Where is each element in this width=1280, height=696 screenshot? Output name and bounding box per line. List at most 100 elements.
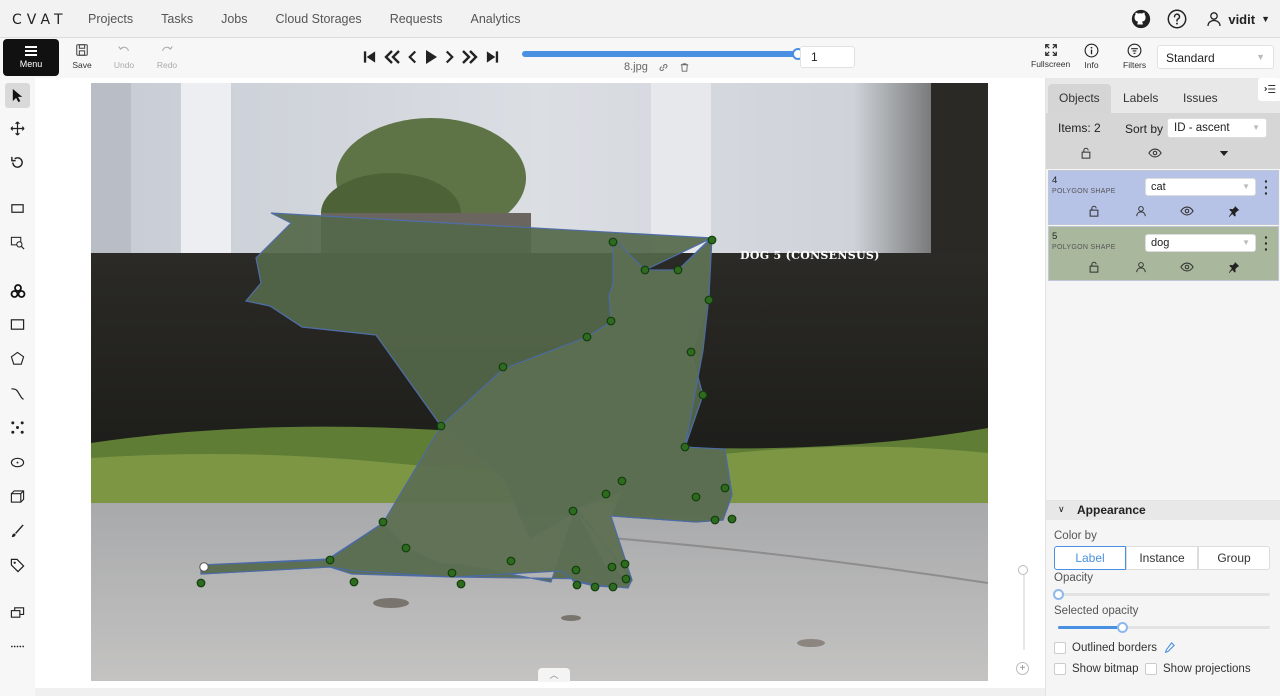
outlined-borders-checkbox[interactable]: Outlined borders: [1054, 642, 1175, 654]
nav-jobs[interactable]: Jobs: [221, 12, 247, 26]
appearance-header[interactable]: ∨ Appearance: [1046, 501, 1280, 520]
object-more-icon[interactable]: · · ·: [1264, 174, 1269, 200]
show-projections-checkbox[interactable]: Show projections: [1145, 663, 1251, 675]
expand-all-icon[interactable]: [1219, 150, 1229, 157]
object-more-icon[interactable]: · · ·: [1264, 230, 1269, 256]
sidebar-collapse-button[interactable]: [1258, 78, 1280, 101]
nav-cloud-storages[interactable]: Cloud Storages: [276, 12, 362, 26]
pin-icon[interactable]: [1228, 261, 1240, 273]
delete-frame-icon[interactable]: [679, 62, 690, 73]
color-by-group-option[interactable]: Group: [1198, 546, 1270, 570]
color-picker-icon[interactable]: [1163, 642, 1175, 654]
opacity-slider[interactable]: [1053, 589, 1270, 600]
checkbox-box[interactable]: [1054, 642, 1066, 654]
chevron-down-icon: ▼: [1242, 238, 1250, 247]
color-by-label-option[interactable]: Label: [1054, 546, 1126, 570]
nav-tasks[interactable]: Tasks: [161, 12, 193, 26]
cvat-logo[interactable]: CVAT: [12, 12, 68, 28]
polyline-tool[interactable]: [5, 381, 30, 406]
show-bitmap-checkbox[interactable]: Show bitmap: [1054, 663, 1138, 675]
object-label-select[interactable]: dog ▼: [1145, 234, 1256, 252]
zoom-in-icon[interactable]: +: [1016, 662, 1029, 675]
group-tool[interactable]: [5, 600, 30, 625]
filters-button[interactable]: Filters: [1123, 43, 1146, 70]
cuboid-tool[interactable]: [5, 484, 30, 509]
lock-icon[interactable]: [1088, 261, 1100, 273]
first-frame-icon[interactable]: [362, 49, 377, 65]
info-label: Info: [1084, 60, 1099, 70]
filename-text: 8.jpg: [624, 61, 648, 73]
objects-sidebar: Objects Labels Issues Items: 2 Sort by I…: [1045, 78, 1280, 696]
fullscreen-button[interactable]: Fullscreen: [1031, 43, 1070, 69]
lock-all-icon[interactable]: [1080, 147, 1092, 159]
lock-icon[interactable]: [1088, 205, 1100, 217]
object-item-dog[interactable]: 5 POLYGON SHAPE dog ▼ · · ·: [1048, 226, 1279, 281]
polygon-tool[interactable]: [5, 346, 30, 371]
frame-slider[interactable]: [522, 48, 804, 60]
color-by-instance-option[interactable]: Instance: [1126, 546, 1198, 570]
move-tool[interactable]: [5, 116, 30, 141]
info-button[interactable]: Info: [1084, 43, 1099, 70]
zoom-region-tool[interactable]: [5, 230, 30, 255]
ellipse-tool[interactable]: [5, 450, 30, 475]
collapse-bottom-button[interactable]: ︿: [538, 668, 570, 682]
points-tool[interactable]: [5, 415, 30, 440]
last-frame-icon[interactable]: [485, 49, 500, 65]
rectangle-tool[interactable]: [5, 312, 30, 337]
save-label: Save: [72, 60, 92, 70]
selected-vertex[interactable]: [199, 562, 209, 572]
polyline-icon: [11, 388, 24, 400]
link-icon[interactable]: [658, 62, 669, 73]
nav-requests[interactable]: Requests: [390, 12, 443, 26]
frame-number-input[interactable]: 1: [800, 46, 855, 68]
tab-objects[interactable]: Objects: [1048, 84, 1111, 113]
user-icon[interactable]: [1135, 205, 1147, 217]
eye-icon[interactable]: [1180, 261, 1194, 273]
nav-analytics[interactable]: Analytics: [471, 12, 521, 26]
eye-all-icon[interactable]: [1148, 147, 1162, 159]
tag-icon: [10, 558, 25, 573]
fast-forward-icon[interactable]: [461, 49, 479, 65]
rotate-tool[interactable]: [5, 150, 30, 175]
object-id: 5: [1052, 231, 1058, 242]
tab-issues[interactable]: Issues: [1172, 84, 1229, 113]
sort-by-select[interactable]: ID - ascent ▼: [1167, 118, 1267, 138]
workspace-select[interactable]: Standard ▼: [1157, 45, 1274, 69]
zoom-slider[interactable]: [1023, 570, 1025, 650]
chevron-down-icon: ▼: [1252, 123, 1260, 132]
save-icon: [76, 44, 88, 56]
nav-projects[interactable]: Projects: [88, 12, 133, 26]
previous-frame-icon[interactable]: [407, 49, 418, 65]
fullscreen-label: Fullscreen: [1031, 59, 1071, 69]
help-icon[interactable]: [1166, 8, 1188, 30]
ai-tools-icon: [10, 283, 25, 298]
object-item-cat[interactable]: 4 POLYGON SHAPE cat ▼ · · ·: [1048, 170, 1279, 225]
undo-button[interactable]: Undo: [104, 43, 144, 70]
pin-icon[interactable]: [1228, 205, 1240, 217]
next-frame-icon[interactable]: [444, 49, 455, 65]
cursor-tool[interactable]: [5, 83, 30, 108]
brush-tool[interactable]: [5, 519, 30, 544]
annotation-image[interactable]: [91, 83, 988, 681]
fit-image-tool[interactable]: [5, 196, 30, 221]
selected-opacity-handle[interactable]: [1116, 622, 1128, 633]
tag-tool[interactable]: [5, 553, 30, 578]
redo-button[interactable]: Redo: [147, 43, 187, 70]
checkbox-box[interactable]: [1145, 663, 1157, 675]
github-icon[interactable]: [1130, 8, 1152, 30]
save-button[interactable]: Save: [62, 43, 102, 70]
tab-labels[interactable]: Labels: [1112, 84, 1169, 113]
fast-backward-icon[interactable]: [383, 49, 401, 65]
checkbox-box[interactable]: [1054, 663, 1066, 675]
opacity-handle[interactable]: [1053, 589, 1064, 600]
menu-button[interactable]: Menu: [3, 39, 59, 76]
user-icon[interactable]: [1135, 261, 1147, 273]
selected-opacity-slider[interactable]: [1058, 622, 1270, 633]
user-menu[interactable]: vidit ▼: [1206, 11, 1270, 27]
zoom-slider-handle[interactable]: [1018, 565, 1028, 575]
play-icon[interactable]: [424, 49, 438, 65]
object-label-select[interactable]: cat ▼: [1145, 178, 1256, 196]
more-tools[interactable]: [5, 634, 30, 659]
eye-icon[interactable]: [1180, 205, 1194, 217]
ai-tools[interactable]: [5, 278, 30, 303]
